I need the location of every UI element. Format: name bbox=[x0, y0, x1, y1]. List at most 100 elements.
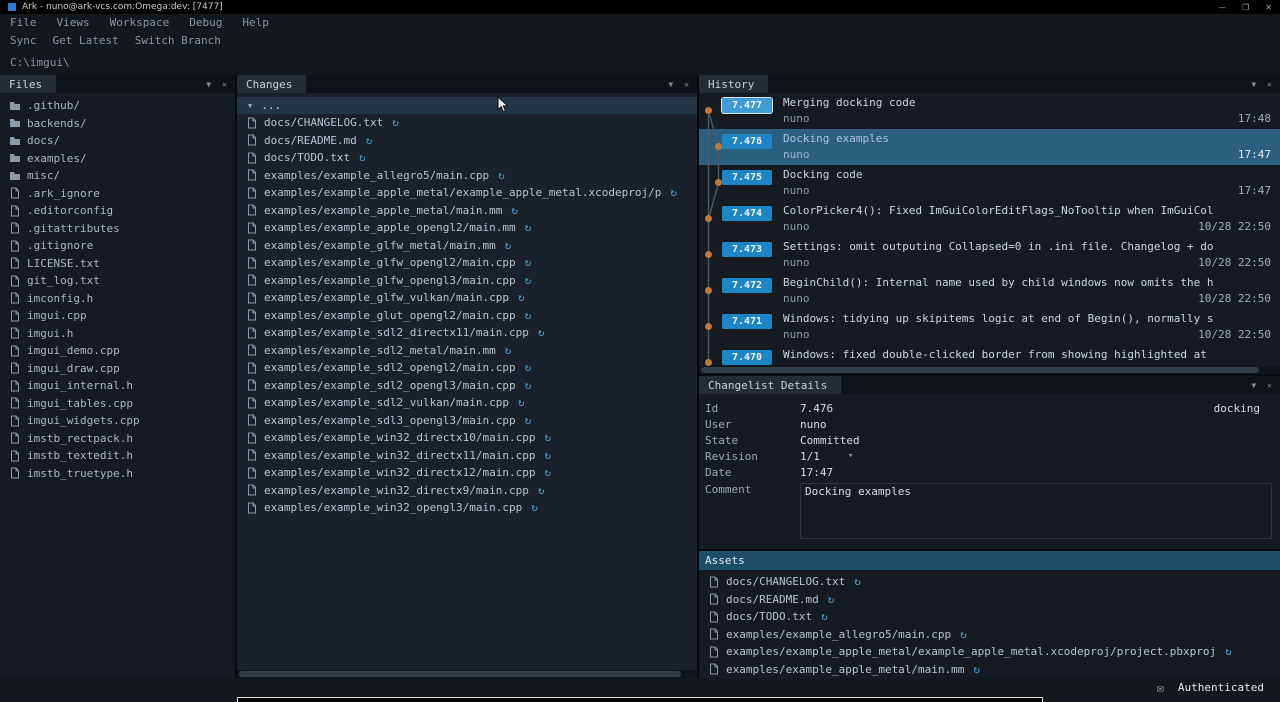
file-tree-item[interactable]: imgui_demo.cpp bbox=[0, 342, 235, 360]
changed-file-row[interactable]: examples/example_sdl2_opengl2/main.cpp ↻ bbox=[237, 359, 697, 377]
file-tree-item[interactable]: imstb_truetype.h bbox=[0, 465, 235, 483]
file-tree-item[interactable]: imgui.cpp bbox=[0, 307, 235, 325]
asset-file-row[interactable]: docs/CHANGELOG.txt ↻ bbox=[699, 573, 1280, 591]
changed-file-path: examples/example_sdl2_opengl3/main.cpp bbox=[264, 379, 516, 392]
file-tree-item[interactable]: LICENSE.txt bbox=[0, 255, 235, 273]
filter-icon[interactable]: ▼ bbox=[1251, 80, 1256, 89]
file-tree-item[interactable]: .editorconfig bbox=[0, 202, 235, 220]
comment-box[interactable]: Docking examples bbox=[800, 483, 1272, 539]
close-icon[interactable]: ✕ bbox=[684, 80, 689, 89]
menu-item[interactable]: Workspace bbox=[110, 16, 170, 29]
history-row[interactable]: 7.475 Docking code nuno 17:47 bbox=[699, 165, 1280, 201]
menu-item[interactable]: Help bbox=[242, 16, 269, 29]
expander-icon[interactable]: ▼ bbox=[248, 102, 252, 110]
changed-file-row[interactable]: examples/example_sdl2_metal/main.mm ↻ bbox=[237, 342, 697, 360]
changed-file-row[interactable]: examples/example_apple_metal/main.mm ↻ bbox=[237, 202, 697, 220]
changed-file-row[interactable]: docs/TODO.txt ↻ bbox=[237, 149, 697, 167]
file-tree-item[interactable]: .gitignore bbox=[0, 237, 235, 255]
file-tree-item[interactable]: .github/ bbox=[0, 97, 235, 115]
menu-item[interactable]: Views bbox=[57, 16, 90, 29]
menu-item[interactable]: Debug bbox=[189, 16, 222, 29]
file-tree-item[interactable]: .ark_ignore bbox=[0, 185, 235, 203]
changed-file-row[interactable]: examples/example_win32_directx12/main.cp… bbox=[237, 464, 697, 482]
file-tree-item[interactable]: backends/ bbox=[0, 115, 235, 133]
changelist-root-row[interactable]: ▼ ... bbox=[237, 97, 697, 114]
file-tree-item[interactable]: imconfig.h bbox=[0, 290, 235, 308]
file-icon bbox=[245, 362, 258, 374]
toolbar-button[interactable]: Switch Branch bbox=[135, 34, 221, 47]
scrollbar-thumb[interactable] bbox=[239, 671, 681, 677]
filter-icon[interactable]: ▼ bbox=[206, 80, 211, 89]
asset-file-row[interactable]: examples/example_apple_metal/example_app… bbox=[699, 643, 1280, 661]
revision-badge[interactable]: 7.473 bbox=[722, 242, 772, 257]
changes-horizontal-scrollbar[interactable] bbox=[237, 670, 697, 678]
close-icon[interactable]: ✕ bbox=[222, 80, 227, 89]
assets-section-header[interactable]: Assets bbox=[699, 551, 1280, 570]
toolbar-button[interactable]: Get Latest bbox=[53, 34, 119, 47]
close-icon[interactable]: ✕ bbox=[1267, 381, 1272, 390]
changed-file-row[interactable]: examples/example_allegro5/main.cpp ↻ bbox=[237, 167, 697, 185]
file-tree-item[interactable]: docs/ bbox=[0, 132, 235, 150]
changed-file-row[interactable]: examples/example_apple_metal/example_app… bbox=[237, 184, 697, 202]
asset-file-row[interactable]: docs/TODO.txt ↻ bbox=[699, 608, 1280, 626]
revision-badge[interactable]: 7.472 bbox=[722, 278, 772, 293]
asset-file-row[interactable]: examples/example_allegro5/main.cpp ↻ bbox=[699, 626, 1280, 644]
changed-file-row[interactable]: examples/example_apple_opengl2/main.mm ↻ bbox=[237, 219, 697, 237]
file-tree-item[interactable]: git_log.txt bbox=[0, 272, 235, 290]
close-button[interactable]: ✕ bbox=[1265, 3, 1272, 12]
history-row[interactable]: 7.471 Windows: tidying up skipitems logi… bbox=[699, 309, 1280, 345]
revision-badge[interactable]: 7.475 bbox=[722, 170, 772, 185]
history-horizontal-scrollbar[interactable] bbox=[699, 366, 1280, 374]
minimize-button[interactable]: — bbox=[1218, 3, 1226, 12]
file-tree: .github/ backends/ bbox=[0, 93, 235, 678]
changed-file-row[interactable]: examples/example_sdl2_vulkan/main.cpp ↻ bbox=[237, 394, 697, 412]
history-row[interactable]: 7.472 BeginChild(): Internal name used b… bbox=[699, 273, 1280, 309]
revision-badge[interactable]: 7.471 bbox=[722, 314, 772, 329]
changed-file-row[interactable]: examples/example_glfw_opengl3/main.cpp ↻ bbox=[237, 272, 697, 290]
close-icon[interactable]: ✕ bbox=[1267, 80, 1272, 89]
history-row[interactable]: 7.470 Windows: fixed double-clicked bord… bbox=[699, 345, 1280, 366]
changed-file-row[interactable]: examples/example_glut_opengl2/main.cpp ↻ bbox=[237, 307, 697, 325]
file-tree-item[interactable]: examples/ bbox=[0, 150, 235, 168]
changed-file-row[interactable]: examples/example_sdl2_opengl3/main.cpp ↻ bbox=[237, 377, 697, 395]
history-row[interactable]: 7.473 Settings: omit outputing Collapsed… bbox=[699, 237, 1280, 273]
changed-file-row[interactable]: examples/example_glfw_vulkan/main.cpp ↻ bbox=[237, 289, 697, 307]
folder-icon bbox=[8, 153, 21, 163]
toolbar-button[interactable]: Sync bbox=[10, 34, 37, 47]
revision-badge[interactable]: 7.470 bbox=[722, 350, 772, 365]
file-tree-item[interactable]: misc/ bbox=[0, 167, 235, 185]
file-tree-item[interactable]: imgui_tables.cpp bbox=[0, 395, 235, 413]
filter-icon[interactable]: ▼ bbox=[668, 80, 673, 89]
file-name: imgui_demo.cpp bbox=[27, 344, 120, 357]
changed-file-row[interactable]: examples/example_win32_directx9/main.cpp… bbox=[237, 482, 697, 500]
dropdown-arrow-icon[interactable]: ▾ bbox=[848, 451, 853, 461]
history-row[interactable]: 7.477 Merging docking code nuno 17:48 bbox=[699, 93, 1280, 129]
changed-file-row[interactable]: docs/CHANGELOG.txt ↻ bbox=[237, 114, 697, 132]
file-tree-item[interactable]: imgui_draw.cpp bbox=[0, 360, 235, 378]
file-tree-item[interactable]: imstb_rectpack.h bbox=[0, 430, 235, 448]
changed-file-row[interactable]: docs/README.md ↻ bbox=[237, 132, 697, 150]
file-tree-item[interactable]: .gitattributes bbox=[0, 220, 235, 238]
revision-badge[interactable]: 7.477 bbox=[722, 98, 772, 113]
changed-file-row[interactable]: examples/example_glfw_opengl2/main.cpp ↻ bbox=[237, 254, 697, 272]
history-row[interactable]: 7.474 ColorPicker4(): Fixed ImGuiColorEd… bbox=[699, 201, 1280, 237]
menu-item[interactable]: File bbox=[10, 16, 37, 29]
file-tree-item[interactable]: imgui_internal.h bbox=[0, 377, 235, 395]
scrollbar-thumb[interactable] bbox=[701, 367, 1259, 373]
changed-file-row[interactable]: examples/example_win32_directx10/main.cp… bbox=[237, 429, 697, 447]
changed-file-row[interactable]: examples/example_win32_directx11/main.cp… bbox=[237, 447, 697, 465]
changed-file-row[interactable]: examples/example_sdl2_directx11/main.cpp… bbox=[237, 324, 697, 342]
file-tree-item[interactable]: imgui.h bbox=[0, 325, 235, 343]
revision-badge[interactable]: 7.476 bbox=[722, 134, 772, 149]
revision-badge[interactable]: 7.474 bbox=[722, 206, 772, 221]
changed-file-row[interactable]: examples/example_sdl3_opengl3/main.cpp ↻ bbox=[237, 412, 697, 430]
maximize-button[interactable]: ❐ bbox=[1242, 3, 1249, 12]
file-tree-item[interactable]: imstb_textedit.h bbox=[0, 447, 235, 465]
changed-file-row[interactable]: examples/example_glfw_metal/main.mm ↻ bbox=[237, 237, 697, 255]
asset-file-row[interactable]: docs/README.md ↻ bbox=[699, 591, 1280, 609]
asset-file-row[interactable]: examples/example_apple_metal/main.mm ↻ bbox=[699, 661, 1280, 679]
filter-icon[interactable]: ▼ bbox=[1251, 381, 1256, 390]
file-tree-item[interactable]: imgui_widgets.cpp bbox=[0, 412, 235, 430]
history-row[interactable]: 7.476 Docking examples nuno 17:47 bbox=[699, 129, 1280, 165]
changed-file-row[interactable]: examples/example_win32_opengl3/main.cpp … bbox=[237, 499, 697, 517]
